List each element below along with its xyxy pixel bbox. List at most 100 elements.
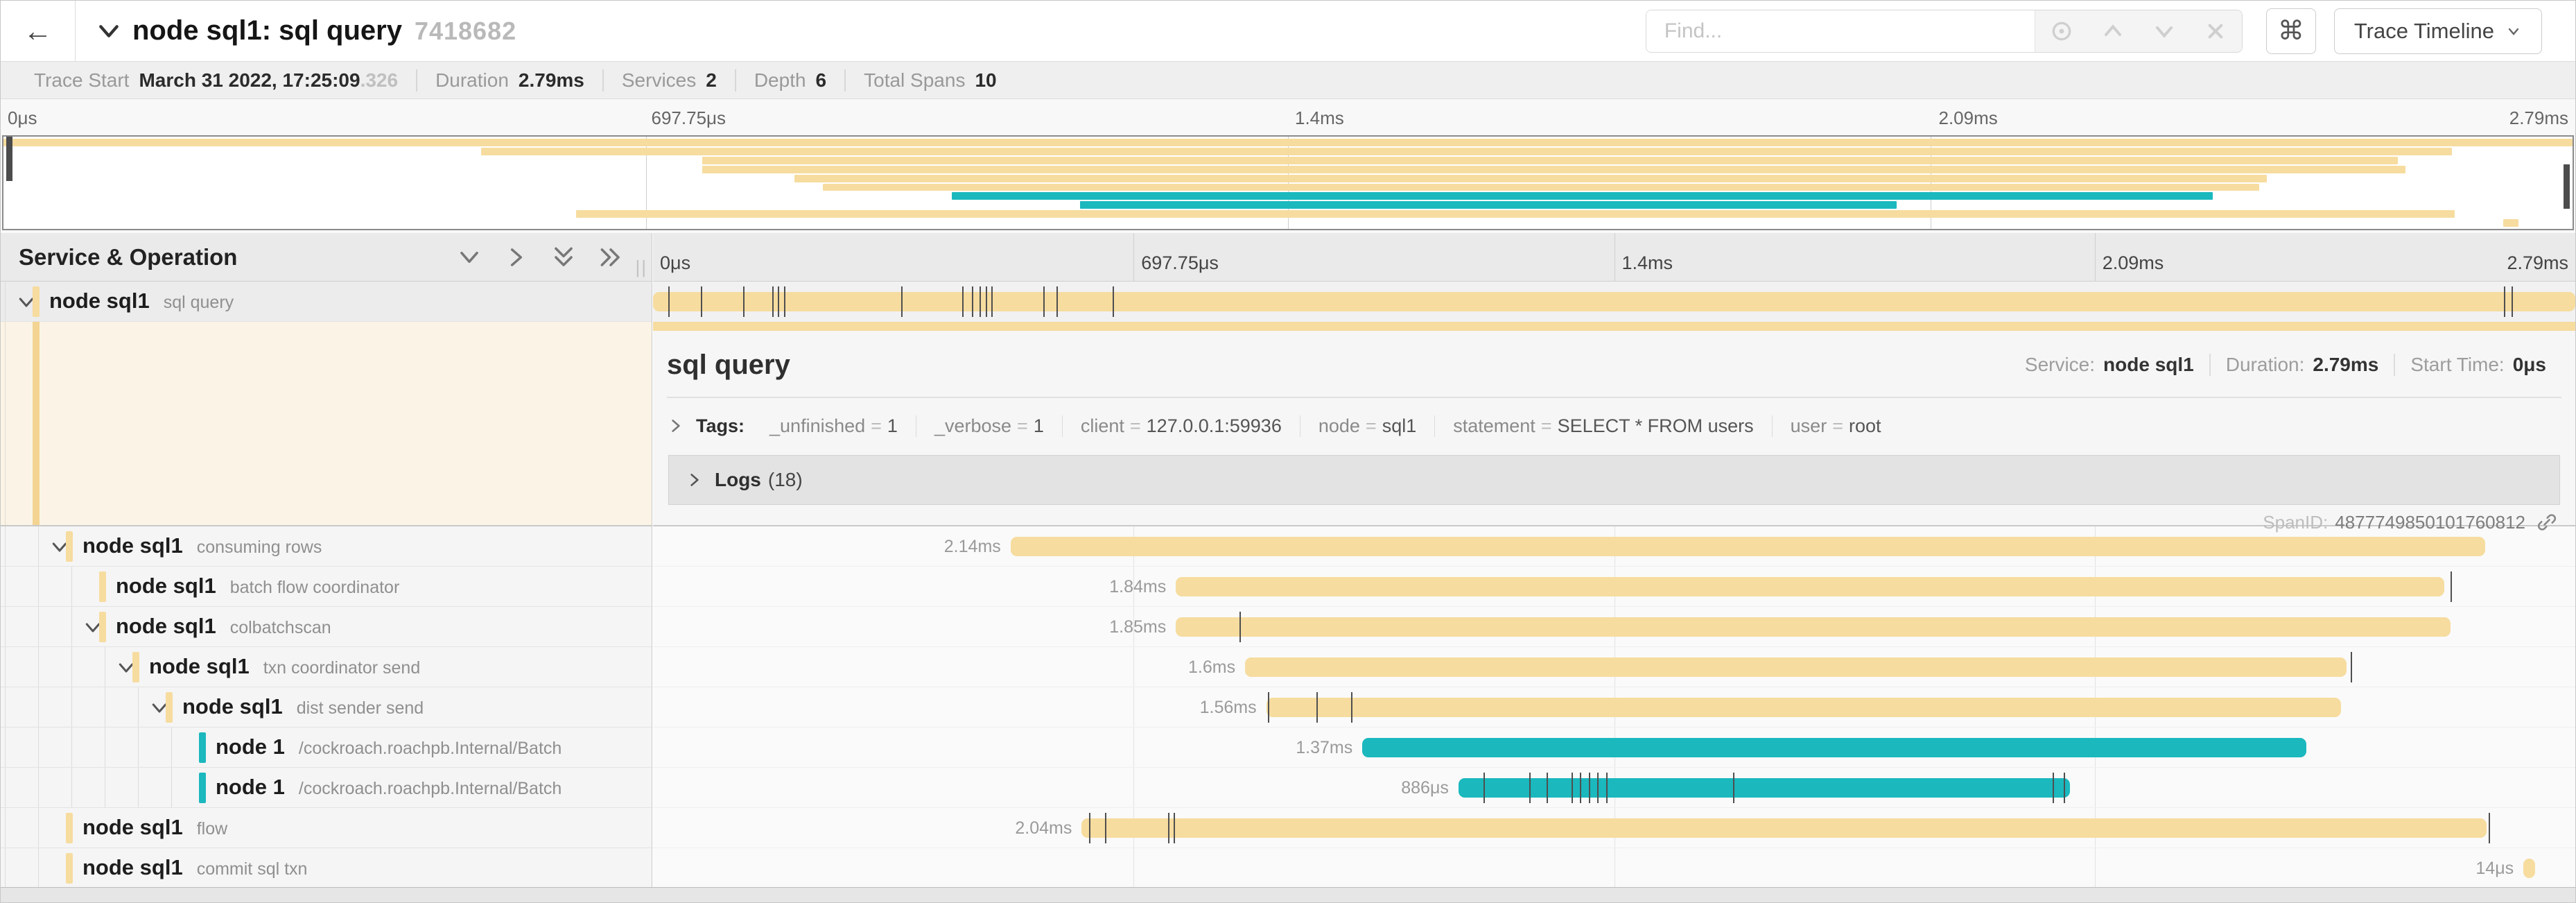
span-duration-bar[interactable] — [1081, 818, 2487, 838]
timeline-span-row[interactable]: 2.04ms — [653, 808, 2575, 848]
timeline-span-row[interactable]: 1.56ms — [653, 687, 2575, 728]
span-log-tick[interactable] — [1547, 773, 1548, 803]
span-log-tick[interactable] — [668, 286, 670, 317]
span-tree-row[interactable]: node sql1dist sender send — [1, 687, 652, 728]
collapse-all-icon[interactable] — [550, 244, 577, 270]
tag-pair[interactable]: user=root — [1772, 415, 1899, 437]
logs-accordion[interactable]: Logs(18) — [668, 455, 2560, 505]
span-log-tick[interactable] — [1733, 773, 1734, 803]
span-log-tick[interactable] — [772, 286, 774, 317]
collapse-trace-chevron-icon[interactable] — [95, 17, 123, 45]
timeline-span-row[interactable]: 886μs — [653, 768, 2575, 808]
span-log-tick[interactable] — [1268, 692, 1269, 723]
span-log-tick[interactable] — [1597, 773, 1599, 803]
span-tree-row[interactable]: node 1/cockroach.roachpb.Internal/Batch — [1, 768, 652, 808]
span-duration-bar[interactable] — [653, 292, 2575, 311]
timeline-span-row[interactable]: 1.84ms — [653, 567, 2575, 607]
focus-match-icon[interactable] — [2048, 17, 2075, 45]
span-log-tick[interactable] — [743, 286, 745, 317]
prev-match-icon[interactable] — [2099, 17, 2127, 45]
span-log-tick[interactable] — [1105, 813, 1106, 843]
timeline-span-row[interactable] — [653, 282, 2575, 322]
span-log-tick[interactable] — [980, 286, 981, 317]
column-resizer-grip[interactable]: || — [635, 257, 647, 278]
span-log-tick[interactable] — [991, 286, 993, 317]
span-log-tick[interactable] — [1529, 773, 1531, 803]
minimap-span-row — [3, 147, 2573, 156]
span-log-tick[interactable] — [1606, 773, 1608, 803]
span-tree-row[interactable]: node sql1txn coordinator send — [1, 647, 652, 687]
span-tree-row[interactable]: node sql1consuming rows — [1, 526, 652, 567]
span-tree-row[interactable]: node sql1commit sql txn — [1, 848, 652, 888]
span-log-tick[interactable] — [2351, 652, 2352, 682]
span-log-tick[interactable] — [1580, 773, 1581, 803]
span-log-tick[interactable] — [1316, 692, 1318, 723]
next-match-icon[interactable] — [2150, 17, 2178, 45]
span-log-tick[interactable] — [701, 286, 702, 317]
span-log-tick[interactable] — [1572, 773, 1573, 803]
timeline-span-row[interactable]: 1.85ms — [653, 607, 2575, 647]
span-log-tick[interactable] — [1043, 286, 1045, 317]
timeline-span-row[interactable]: 1.37ms — [653, 728, 2575, 768]
span-log-tick[interactable] — [1113, 286, 1114, 317]
span-log-tick[interactable] — [901, 286, 903, 317]
span-log-tick[interactable] — [2512, 286, 2513, 317]
indent-guide — [38, 567, 39, 606]
span-log-tick[interactable] — [1056, 286, 1058, 317]
trace-view-selector[interactable]: Trace Timeline — [2334, 8, 2542, 54]
span-color-bar — [99, 571, 106, 602]
span-duration-bar[interactable] — [1362, 738, 2306, 757]
span-log-tick[interactable] — [2053, 773, 2054, 803]
span-log-tick[interactable] — [1089, 813, 1090, 843]
span-log-tick[interactable] — [962, 286, 964, 317]
span-duration-bar[interactable] — [1245, 657, 2347, 677]
deep-link-icon[interactable] — [2535, 510, 2559, 534]
timeline-span-row[interactable]: 1.6ms — [653, 647, 2575, 687]
tag-pair[interactable]: node=sql1 — [1300, 415, 1434, 437]
span-duration-bar[interactable] — [1176, 577, 2444, 596]
span-duration-bar[interactable] — [1267, 698, 2341, 717]
span-log-tick[interactable] — [784, 286, 785, 317]
span-log-tick[interactable] — [2504, 286, 2505, 317]
span-log-tick[interactable] — [1589, 773, 1590, 803]
span-log-tick[interactable] — [1483, 773, 1485, 803]
collapse-one-icon[interactable] — [456, 244, 482, 270]
span-log-tick[interactable] — [986, 286, 987, 317]
tag-pair[interactable]: _verbose=1 — [916, 415, 1062, 437]
minimap-canvas[interactable] — [2, 135, 2574, 230]
span-log-tick[interactable] — [2064, 773, 2065, 803]
span-duration-label: 2.14ms — [944, 526, 1011, 567]
span-log-tick[interactable] — [1168, 813, 1169, 843]
span-tree-row[interactable]: node sql1sql query — [1, 282, 652, 322]
span-log-tick[interactable] — [1351, 692, 1352, 723]
span-duration-bar[interactable] — [1011, 537, 2485, 556]
expand-all-icon[interactable] — [598, 244, 624, 270]
span-duration-bar[interactable] — [1459, 778, 2070, 798]
span-log-tick[interactable] — [2451, 571, 2452, 602]
span-tree-row[interactable]: node 1/cockroach.roachpb.Internal/Batch — [1, 728, 652, 768]
minimap-right-drag-handle[interactable] — [2564, 164, 2570, 209]
span-tree-row[interactable]: node sql1flow — [1, 808, 652, 848]
span-tree-row[interactable]: node sql1colbatchscan — [1, 607, 652, 647]
span-duration-bar[interactable] — [2523, 859, 2535, 878]
keyboard-shortcuts-button[interactable]: ⌘ — [2266, 8, 2316, 54]
timeline-span-row[interactable]: 14μs — [653, 848, 2575, 888]
logs-label: Logs — [715, 469, 761, 491]
expand-one-icon[interactable] — [503, 244, 530, 270]
tag-pair[interactable]: _unfinished=1 — [751, 415, 916, 437]
tag-pair[interactable]: client=127.0.0.1:59936 — [1062, 415, 1300, 437]
span-duration-bar[interactable] — [1176, 617, 2450, 637]
clear-find-icon[interactable] — [2202, 17, 2229, 45]
minimap-left-drag-handle[interactable] — [6, 137, 12, 181]
span-log-tick[interactable] — [1239, 612, 1241, 642]
span-log-tick[interactable] — [778, 286, 779, 317]
span-log-tick[interactable] — [972, 286, 973, 317]
span-log-tick[interactable] — [1174, 813, 1175, 843]
span-log-tick[interactable] — [2489, 813, 2490, 843]
bottom-scroll-strip[interactable] — [1, 887, 2575, 902]
span-tree-row[interactable]: node sql1batch flow coordinator — [1, 567, 652, 607]
tag-pair[interactable]: statement=SELECT * FROM users — [1434, 415, 1771, 437]
back-button[interactable]: ← — [1, 1, 76, 61]
find-input[interactable] — [1646, 10, 2035, 52]
tags-accordion[interactable]: Tags:_unfinished=1_verbose=1client=127.0… — [667, 404, 2561, 448]
